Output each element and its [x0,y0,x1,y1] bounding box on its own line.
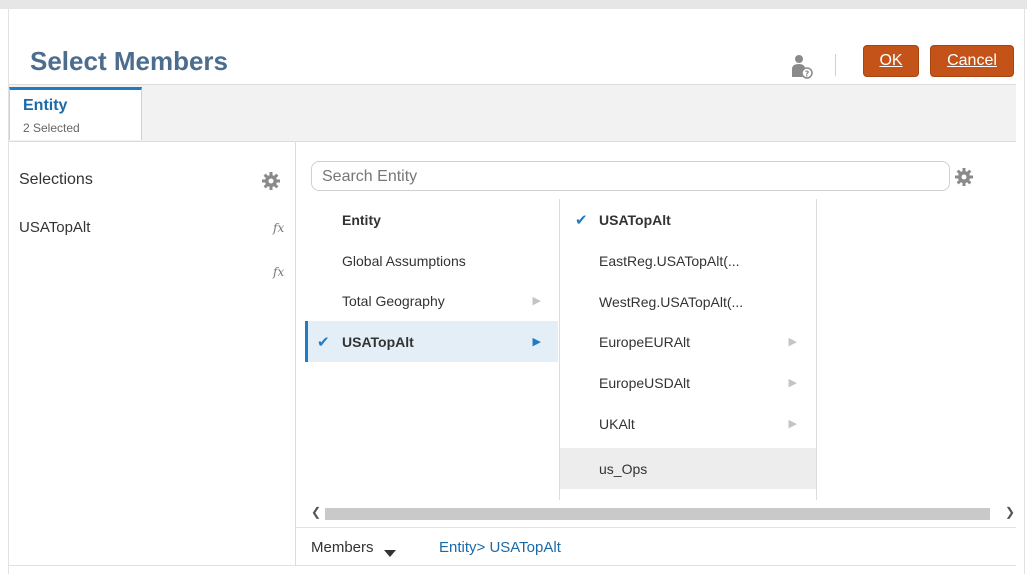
svg-text:?: ? [805,70,810,79]
list-item-usatopalt[interactable]: ✔ USATopAlt [560,199,816,240]
list-item-eastreg[interactable]: EastReg.USATopAlt(... [560,240,816,281]
list-item-label: USATopAlt [342,333,414,350]
list-item-westreg[interactable]: WestReg.USATopAlt(... [560,281,816,322]
selections-panel: Selections USATopAlt fx fx [9,141,296,565]
function-icon[interactable]: fx [273,265,284,279]
checkmark-icon: ✔ [317,333,330,351]
list-item-us-ops[interactable]: us_Ops [560,448,816,489]
expand-arrow-icon[interactable]: ▶ [533,294,541,307]
tab-entity[interactable]: Entity 2 Selected [9,87,142,140]
cancel-button-label: Cancel [947,52,997,69]
list-item-label: EastReg.USATopAlt(... [599,252,740,269]
list-item-label: Total Geography [342,292,445,309]
tab-entity-count: 2 Selected [23,121,80,135]
expand-arrow-icon[interactable]: ▶ [789,417,797,430]
function-icon[interactable]: fx [273,221,284,235]
horizontal-scrollbar[interactable]: ❮ ❯ [305,505,1023,523]
breadcrumb[interactable]: Entity> USATopAlt [439,539,561,556]
list-item-europeeuralt[interactable]: EuropeEURAlt ▶ [560,321,816,362]
checkmark-icon: ✔ [575,211,588,229]
list-item-entity[interactable]: Entity [305,199,558,240]
ok-button[interactable]: OK [863,45,919,77]
ok-button-label: OK [879,52,903,69]
selections-gear-icon[interactable] [261,171,281,191]
selections-heading: Selections [19,171,93,188]
list-item-label: Global Assumptions [342,252,466,269]
list-item-total-geography[interactable]: Total Geography ▶ [305,280,558,321]
expand-arrow-icon[interactable]: ▶ [533,335,541,348]
list-item-label: Entity [342,211,381,228]
scroll-left-icon[interactable]: ❮ [311,505,321,519]
member-column-2: ✔ USATopAlt EastReg.USATopAlt(... WestRe… [559,199,817,500]
selection-item[interactable]: USATopAlt [19,219,90,236]
tab-entity-title: Entity [23,97,68,114]
scroll-right-icon[interactable]: ❯ [1005,505,1015,519]
expand-arrow-icon[interactable]: ▶ [789,335,797,348]
scrollbar-thumb[interactable] [325,508,990,520]
list-item-ukalt[interactable]: UKAlt ▶ [560,403,816,444]
members-footer: Members Entity> USATopAlt [296,527,1016,566]
search-gear-icon[interactable] [954,167,974,187]
list-item-label: USATopAlt [599,211,671,228]
caret-down-icon[interactable] [384,550,396,557]
dimension-tab-bar: Entity 2 Selected [9,84,1016,142]
list-item-label: WestReg.USATopAlt(... [599,293,744,310]
list-item-label: EuropeEURAlt [599,333,691,350]
list-item-label: us_Ops [599,460,648,477]
list-item-label: UKAlt [599,415,635,432]
list-item-label: EuropeUSDAlt [599,374,691,391]
search-input[interactable]: Search Entity [311,161,950,191]
list-item-europeusdalt[interactable]: EuropeUSDAlt ▶ [560,362,816,403]
toolbar-separator [835,54,836,76]
cancel-button[interactable]: Cancel [930,45,1014,77]
window-top-border [0,0,1027,9]
dialog-title: Select Members [30,46,228,76]
member-column-1: Entity Global Assumptions Total Geograph… [305,199,558,500]
list-item-global-assumptions[interactable]: Global Assumptions [305,240,558,281]
expand-arrow-icon[interactable]: ▶ [789,376,797,389]
members-dropdown-label[interactable]: Members [311,539,374,556]
user-help-icon[interactable]: ? [790,53,814,81]
dialog-bottom-border [9,565,1016,566]
list-item-usatopalt[interactable]: ✔ USATopAlt ▶ [305,321,558,362]
